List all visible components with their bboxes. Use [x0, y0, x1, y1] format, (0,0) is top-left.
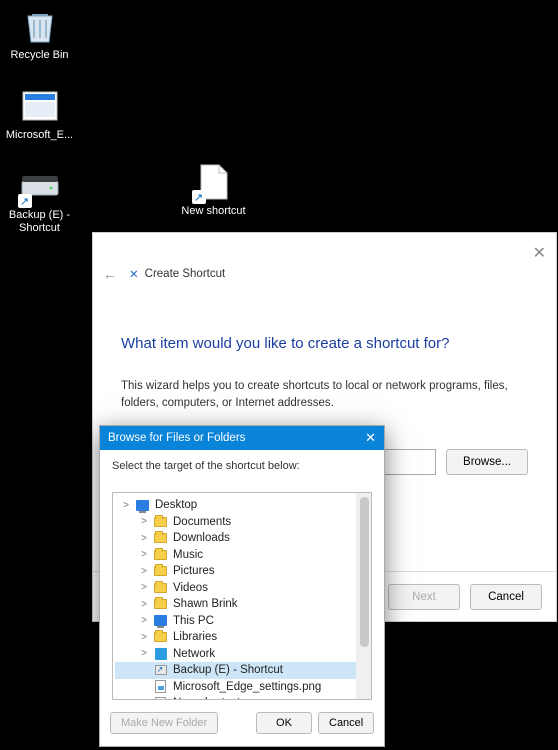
blank-shortcut-icon: ↗: [194, 162, 234, 202]
breadcrumb-marker-icon: ✕: [129, 267, 139, 281]
image-file-icon: [20, 86, 60, 126]
browse-button[interactable]: Browse...: [446, 449, 528, 475]
desktop-icon-backup-shortcut[interactable]: ↗ Backup (E) - Shortcut: [2, 166, 77, 235]
desktop-icon-label: Recycle Bin: [10, 49, 68, 62]
tree-row[interactable]: New shortcut: [115, 695, 369, 700]
desktop-icon-edge-settings[interactable]: Microsoft_E...: [2, 86, 77, 142]
node-icon: [153, 548, 168, 562]
browse-titlebar[interactable]: Browse for Files or Folders ✕: [100, 426, 384, 450]
expand-chevron-icon[interactable]: >: [121, 500, 131, 511]
ok-button[interactable]: OK: [256, 712, 312, 734]
expand-chevron-icon[interactable]: >: [139, 566, 149, 577]
tree-row[interactable]: > Downloads: [115, 530, 369, 547]
expand-chevron-icon[interactable]: >: [139, 516, 149, 527]
next-button[interactable]: Next: [388, 584, 460, 610]
folder-tree: > Desktop > Documents > Downloads > Music > Pictu…: [112, 492, 372, 700]
tree-row[interactable]: > Documents: [115, 514, 369, 531]
expand-chevron-icon[interactable]: >: [139, 632, 149, 643]
wizard-breadcrumb: ✕Create Shortcut: [129, 267, 225, 281]
drive-shortcut-icon: ↗: [20, 166, 60, 206]
expand-chevron-icon[interactable]: >: [139, 599, 149, 610]
node-icon: [153, 614, 168, 628]
tree-row-label: Libraries: [172, 631, 217, 643]
tree-row[interactable]: > Network: [115, 646, 369, 663]
tree-scrollbar[interactable]: [356, 493, 371, 699]
tree-row-label: Documents: [172, 516, 231, 528]
make-new-folder-button[interactable]: Make New Folder: [110, 712, 218, 734]
node-icon: [153, 515, 168, 529]
desktop-icon-label: New shortcut: [181, 205, 245, 218]
tree-row[interactable]: > Music: [115, 547, 369, 564]
tree-row-label: Pictures: [172, 565, 215, 577]
tree-row-label: This PC: [172, 615, 214, 627]
node-icon: [153, 630, 168, 644]
close-icon[interactable]: ✕: [533, 243, 546, 263]
node-icon: [153, 647, 168, 661]
tree-row[interactable]: > Libraries: [115, 629, 369, 646]
tree-row-label: Desktop: [154, 499, 197, 511]
wizard-titlebar: ← ✕Create Shortcut ✕: [93, 233, 556, 281]
tree-row[interactable]: Backup (E) - Shortcut: [115, 662, 369, 679]
recycle-bin-icon: [20, 6, 60, 46]
back-arrow-icon[interactable]: ←: [103, 266, 117, 282]
browse-instruction: Select the target of the shortcut below:: [100, 450, 384, 478]
tree-row[interactable]: > Desktop: [115, 497, 369, 514]
tree-row[interactable]: > Shawn Brink: [115, 596, 369, 613]
tree-row-label: Downloads: [172, 532, 230, 544]
cancel-button[interactable]: Cancel: [318, 712, 374, 734]
tree-row[interactable]: Microsoft_Edge_settings.png: [115, 679, 369, 696]
tree-row-label: Shawn Brink: [172, 598, 238, 610]
tree-row-label: Music: [172, 549, 203, 561]
wizard-intro-text: This wizard helps you to create shortcut…: [121, 378, 528, 413]
node-icon: [153, 663, 168, 677]
tree-row[interactable]: > Videos: [115, 580, 369, 597]
node-icon: [153, 680, 168, 694]
expand-chevron-icon[interactable]: >: [139, 549, 149, 560]
expand-chevron-icon[interactable]: >: [139, 615, 149, 626]
tree-row-label: Videos: [172, 582, 208, 594]
close-icon[interactable]: ✕: [365, 430, 376, 446]
tree-row-label: Backup (E) - Shortcut: [172, 664, 283, 676]
tree-row-label: New shortcut: [172, 697, 240, 700]
node-icon: [153, 581, 168, 595]
node-icon: [153, 564, 168, 578]
desktop-icon-label: Microsoft_E...: [6, 129, 73, 142]
tree-row[interactable]: > This PC: [115, 613, 369, 630]
node-icon: [153, 597, 168, 611]
browse-title-text: Browse for Files or Folders: [108, 432, 245, 444]
desktop-icon-label: Backup (E) - Shortcut: [2, 209, 77, 235]
node-icon: [153, 531, 168, 545]
tree-row-label: Network: [172, 648, 215, 660]
expand-chevron-icon[interactable]: >: [139, 533, 149, 544]
tree-row[interactable]: > Pictures: [115, 563, 369, 580]
wizard-heading: What item would you like to create a sho…: [121, 335, 528, 352]
browse-dialog: Browse for Files or Folders ✕ Select the…: [99, 425, 385, 747]
tree-row-label: Microsoft_Edge_settings.png: [172, 681, 321, 693]
cancel-button[interactable]: Cancel: [470, 584, 542, 610]
browse-footer: Make New Folder OK Cancel: [100, 704, 384, 742]
node-icon: [135, 498, 150, 512]
node-icon: [153, 696, 168, 700]
expand-chevron-icon[interactable]: >: [139, 582, 149, 593]
desktop-icon-recycle-bin[interactable]: Recycle Bin: [2, 6, 77, 62]
desktop-icon-new-shortcut[interactable]: ↗ New shortcut: [176, 162, 251, 218]
expand-chevron-icon[interactable]: >: [139, 648, 149, 659]
